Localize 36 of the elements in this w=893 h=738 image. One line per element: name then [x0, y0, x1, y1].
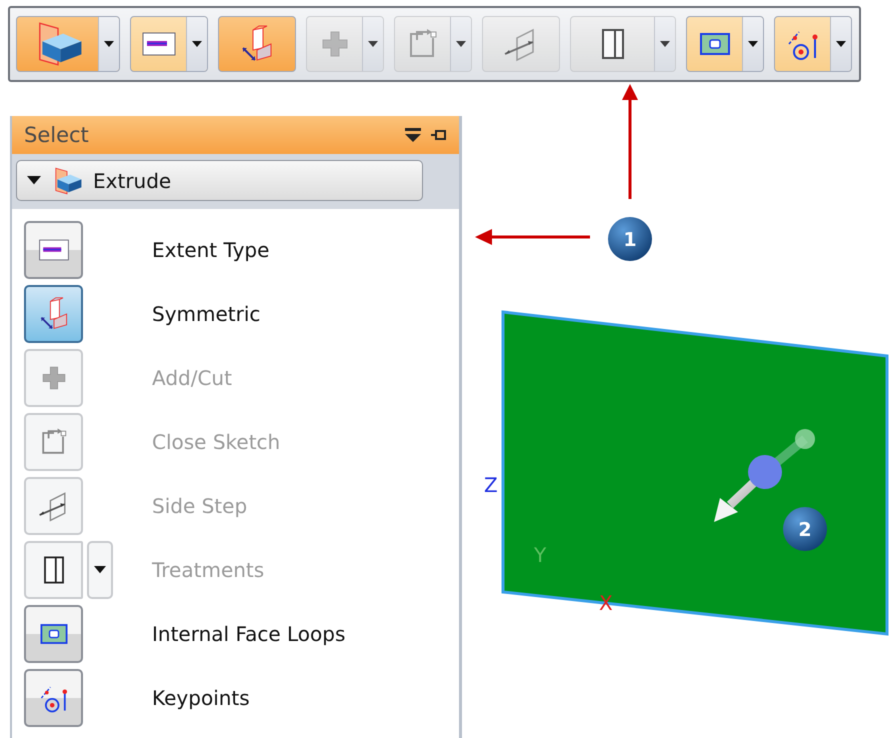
- panel-title: Select: [24, 123, 89, 147]
- caret-icon: [748, 41, 758, 47]
- tool-button[interactable]: [16, 16, 120, 72]
- option-label: Side Step: [152, 494, 248, 518]
- option-button[interactable]: [24, 221, 83, 279]
- callout-marker: 2: [783, 507, 827, 551]
- option-label: Close Sketch: [152, 430, 280, 454]
- tool-button[interactable]: [686, 16, 764, 72]
- caret-icon: [27, 176, 41, 185]
- caret-icon: [192, 41, 202, 47]
- option-button[interactable]: [24, 669, 83, 727]
- pin-icon[interactable]: [431, 128, 447, 142]
- caret-icon: [456, 41, 466, 47]
- caret-icon: [368, 41, 378, 47]
- callout-marker: 1: [608, 217, 652, 261]
- axis-label: X: [599, 591, 613, 615]
- tool-button[interactable]: [570, 16, 676, 72]
- option-label: Extent Type: [152, 238, 270, 262]
- axis-label: Y: [534, 543, 546, 567]
- caret-icon: [836, 41, 846, 47]
- tool-button[interactable]: [130, 16, 208, 72]
- caret-icon: [94, 566, 106, 574]
- caret-icon: [660, 41, 670, 47]
- feature-dropdown[interactable]: Extrude: [16, 160, 423, 201]
- axis-label: Z: [484, 473, 498, 497]
- option-label: Keypoints: [152, 686, 250, 710]
- tool-button[interactable]: [218, 16, 296, 72]
- option-button[interactable]: [24, 605, 83, 663]
- option-label: Add/Cut: [152, 366, 232, 390]
- dropdown-button[interactable]: [87, 541, 113, 599]
- option-label: Internal Face Loops: [152, 622, 346, 646]
- dropdown-icon[interactable]: [405, 128, 421, 142]
- tool-button[interactable]: [774, 16, 852, 72]
- option-label: Treatments: [152, 558, 264, 582]
- option-label: Symmetric: [152, 302, 260, 326]
- caret-icon: [104, 41, 114, 47]
